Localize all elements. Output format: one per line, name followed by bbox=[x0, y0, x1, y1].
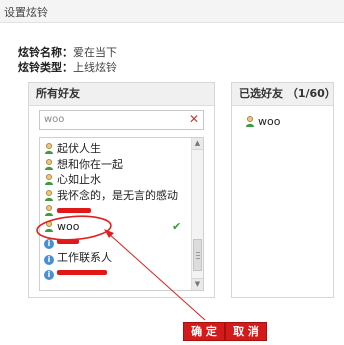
friend-search-input[interactable] bbox=[44, 113, 184, 126]
friend-item[interactable] bbox=[44, 203, 184, 219]
friend-item-label: woo bbox=[57, 219, 80, 233]
contact-icon: i bbox=[44, 254, 54, 265]
scroll-thumb[interactable] bbox=[193, 239, 202, 271]
user-icon bbox=[45, 189, 53, 201]
friend-item-selected[interactable]: woo ✔ bbox=[44, 219, 184, 235]
friend-item-label: 工作联系人 bbox=[57, 250, 112, 264]
user-icon bbox=[45, 174, 53, 185]
friend-item-label: 起伏人生 bbox=[57, 142, 101, 155]
friend-item-label: 想和你在一起 bbox=[57, 157, 123, 171]
ringtone-type-value: 上线炫铃 bbox=[73, 61, 117, 74]
redacted-name bbox=[57, 239, 79, 244]
user-icon bbox=[45, 220, 53, 232]
friend-list-scrollbar[interactable]: ▲ ▼ bbox=[191, 138, 203, 290]
friend-item-label: 心如止水 bbox=[57, 173, 101, 186]
friend-item[interactable]: 起伏人生 bbox=[44, 141, 184, 157]
ringtone-type-row: 炫铃类型：上线炫铃 bbox=[18, 59, 117, 75]
contact-icon: i bbox=[44, 239, 54, 249]
scroll-up-arrow-icon[interactable]: ▲ bbox=[192, 138, 203, 150]
confirm-button[interactable]: 确 定 bbox=[183, 322, 225, 341]
scroll-down-arrow-icon[interactable]: ▼ bbox=[192, 278, 203, 290]
all-friends-panel: 所有好友 ✕ 起伏人生想和你在一起心如止水我怀念的，是无言的感动woo✔ii工作… bbox=[28, 82, 215, 298]
selected-friends-title: 已选好友 （1/60） bbox=[232, 83, 336, 106]
friend-list-items: 起伏人生 想和你在一起 心如止水 我怀念的，是无言的感动 woo ✔ i i 工作联系人 i bbox=[44, 141, 184, 281]
ringtone-type-label: 炫铃类型： bbox=[18, 61, 73, 74]
ringtone-name-label: 炫铃名称： bbox=[18, 46, 73, 59]
friend-list: 起伏人生 想和你在一起 心如止水 我怀念的，是无言的感动 woo ✔ i i 工作联系人 i ▲ … bbox=[39, 137, 204, 291]
cancel-button[interactable]: 取 消 bbox=[225, 322, 267, 341]
check-icon: ✔ bbox=[172, 219, 182, 233]
ringtone-name-row: 炫铃名称：爱在当下 bbox=[18, 44, 117, 60]
friend-item[interactable]: 想和你在一起 bbox=[44, 157, 184, 173]
dialog-title-bar: 设置炫铃 bbox=[0, 0, 344, 23]
clear-search-icon[interactable]: ✕ bbox=[189, 112, 199, 126]
dialog-title: 设置炫铃 bbox=[4, 6, 48, 19]
friend-search-box: ✕ bbox=[39, 110, 204, 130]
user-icon bbox=[45, 158, 53, 170]
friend-item[interactable]: 心如止水 bbox=[44, 172, 184, 188]
user-icon bbox=[45, 143, 53, 154]
friend-item[interactable]: i bbox=[44, 265, 184, 281]
selected-friends-panel: 已选好友 （1/60） woo bbox=[231, 82, 336, 298]
contact-icon: i bbox=[44, 270, 54, 280]
user-icon bbox=[246, 116, 254, 127]
friend-item[interactable]: 我怀念的，是无言的感动 bbox=[44, 188, 184, 204]
all-friends-title: 所有好友 bbox=[29, 83, 214, 106]
friend-item-label: 我怀念的，是无言的感动 bbox=[57, 188, 178, 202]
friend-item[interactable]: i bbox=[44, 234, 184, 250]
redacted-name bbox=[57, 270, 107, 275]
friend-item[interactable]: i 工作联系人 bbox=[44, 250, 184, 266]
selected-friend-item[interactable]: woo bbox=[245, 115, 280, 128]
user-icon bbox=[45, 205, 53, 216]
ringtone-name-value: 爱在当下 bbox=[73, 46, 117, 59]
selected-friend-label: woo bbox=[258, 115, 281, 128]
redacted-name bbox=[57, 208, 91, 213]
